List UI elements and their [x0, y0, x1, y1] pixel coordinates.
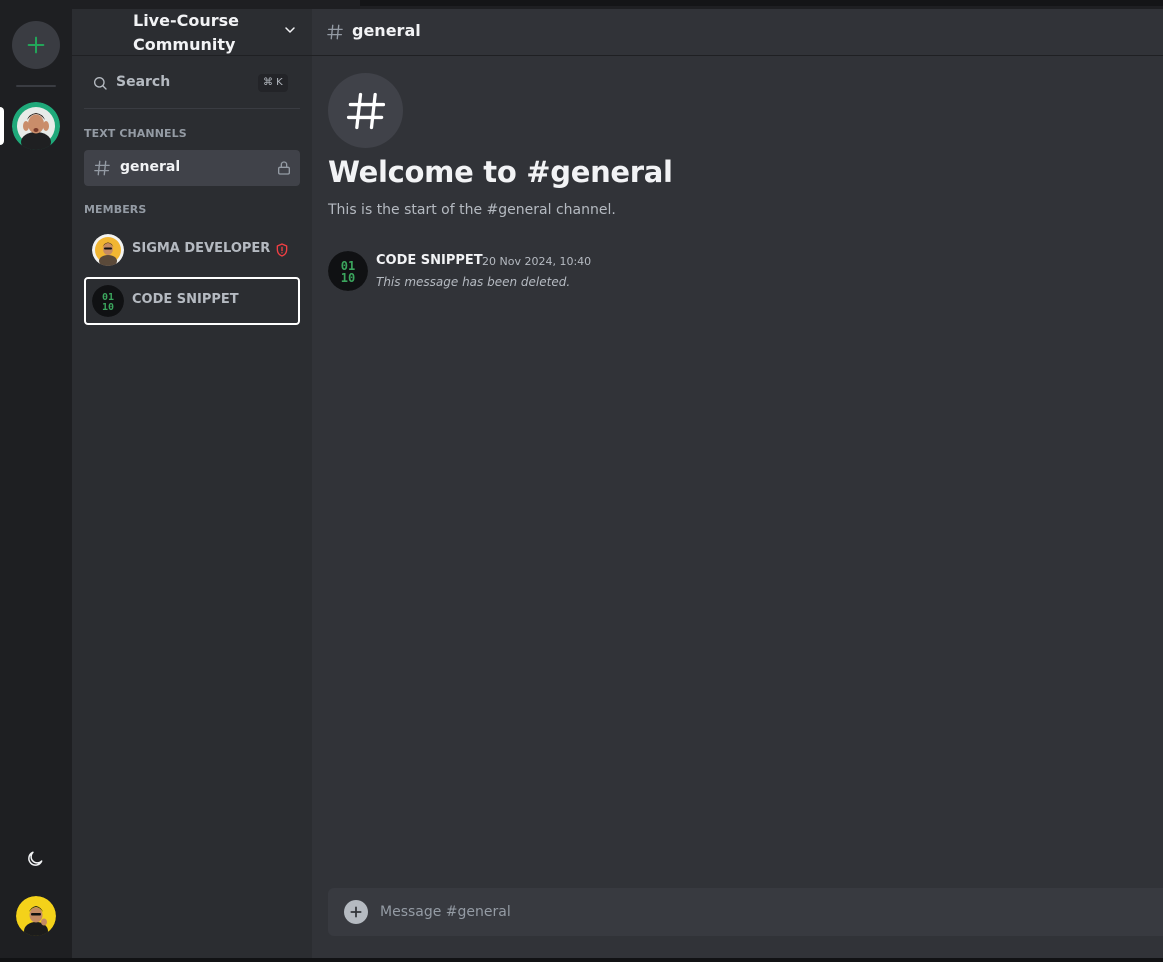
member-name: SIGMA DEVELOPER [132, 241, 271, 256]
hash-icon [346, 92, 385, 129]
theme-toggle-button[interactable] [24, 848, 46, 870]
plus-icon [27, 36, 45, 54]
welcome-title: Welcome to #general [328, 155, 673, 189]
message-timestamp: 20 Nov 2024, 10:40 [482, 255, 592, 268]
member-item-code-snippet[interactable]: 01 10 CODE SNIPPET [84, 277, 300, 325]
sidebar-divider [84, 108, 300, 109]
message-deleted-notice: This message has been deleted. [376, 275, 571, 289]
window-bottom-bar [0, 958, 1163, 962]
lock-icon [278, 161, 290, 175]
message-item: 01 10 CODE SNIPPET 20 Nov 2024, 10:40 Th… [328, 251, 1128, 293]
member-name: CODE SNIPPET [132, 292, 239, 307]
chevron-down-icon [285, 27, 295, 33]
text-channels-heading: TEXT CHANNELS [84, 127, 187, 140]
message-author[interactable]: CODE SNIPPET [376, 253, 483, 268]
attach-button[interactable] [344, 900, 368, 924]
search-icon [94, 77, 107, 90]
welcome-subtitle: This is the start of the #general channe… [328, 202, 616, 218]
rail-divider [16, 85, 56, 87]
member-avatar [92, 234, 124, 266]
search-shortcut: ⌘ K [258, 74, 288, 92]
channel-name: general [120, 159, 181, 175]
message-input[interactable] [380, 888, 1140, 936]
search-label: Search [116, 74, 171, 90]
welcome-hash-badge [328, 73, 403, 148]
chat-header: general [312, 9, 1163, 56]
search-button[interactable]: Search ⌘ K [84, 67, 300, 99]
hash-icon [94, 160, 110, 176]
server-avatar[interactable] [12, 102, 60, 150]
member-avatar: 01 10 [92, 285, 124, 317]
server-name: Live-Course Community [133, 11, 239, 54]
server-header[interactable]: Live-Course Community [72, 9, 312, 56]
channel-sidebar: Live-Course Community Search ⌘ K TEXT CH… [72, 9, 312, 962]
svg-text:10: 10 [102, 302, 114, 313]
members-heading: MEMBERS [84, 203, 147, 216]
chat-area: general Welcome to #general This is the … [312, 9, 1163, 962]
channel-item-general[interactable]: general [84, 150, 300, 186]
svg-text:10: 10 [341, 271, 355, 285]
window-top-bar [0, 0, 1163, 9]
member-item-sigma-developer[interactable]: SIGMA DEVELOPER [84, 226, 300, 274]
message-composer [328, 888, 1163, 936]
plus-icon [350, 906, 362, 918]
moon-icon [28, 851, 43, 866]
app-root: Live-Course Community Search ⌘ K TEXT CH… [0, 0, 1163, 962]
server-rail [0, 9, 72, 962]
message-author-avatar[interactable]: 01 10 [328, 251, 368, 291]
hash-icon [327, 24, 343, 40]
active-server-indicator [0, 107, 4, 145]
add-server-button[interactable] [12, 21, 60, 69]
shield-alert-icon [276, 243, 288, 257]
chat-channel-title: general [352, 21, 421, 40]
user-avatar[interactable] [16, 896, 56, 936]
